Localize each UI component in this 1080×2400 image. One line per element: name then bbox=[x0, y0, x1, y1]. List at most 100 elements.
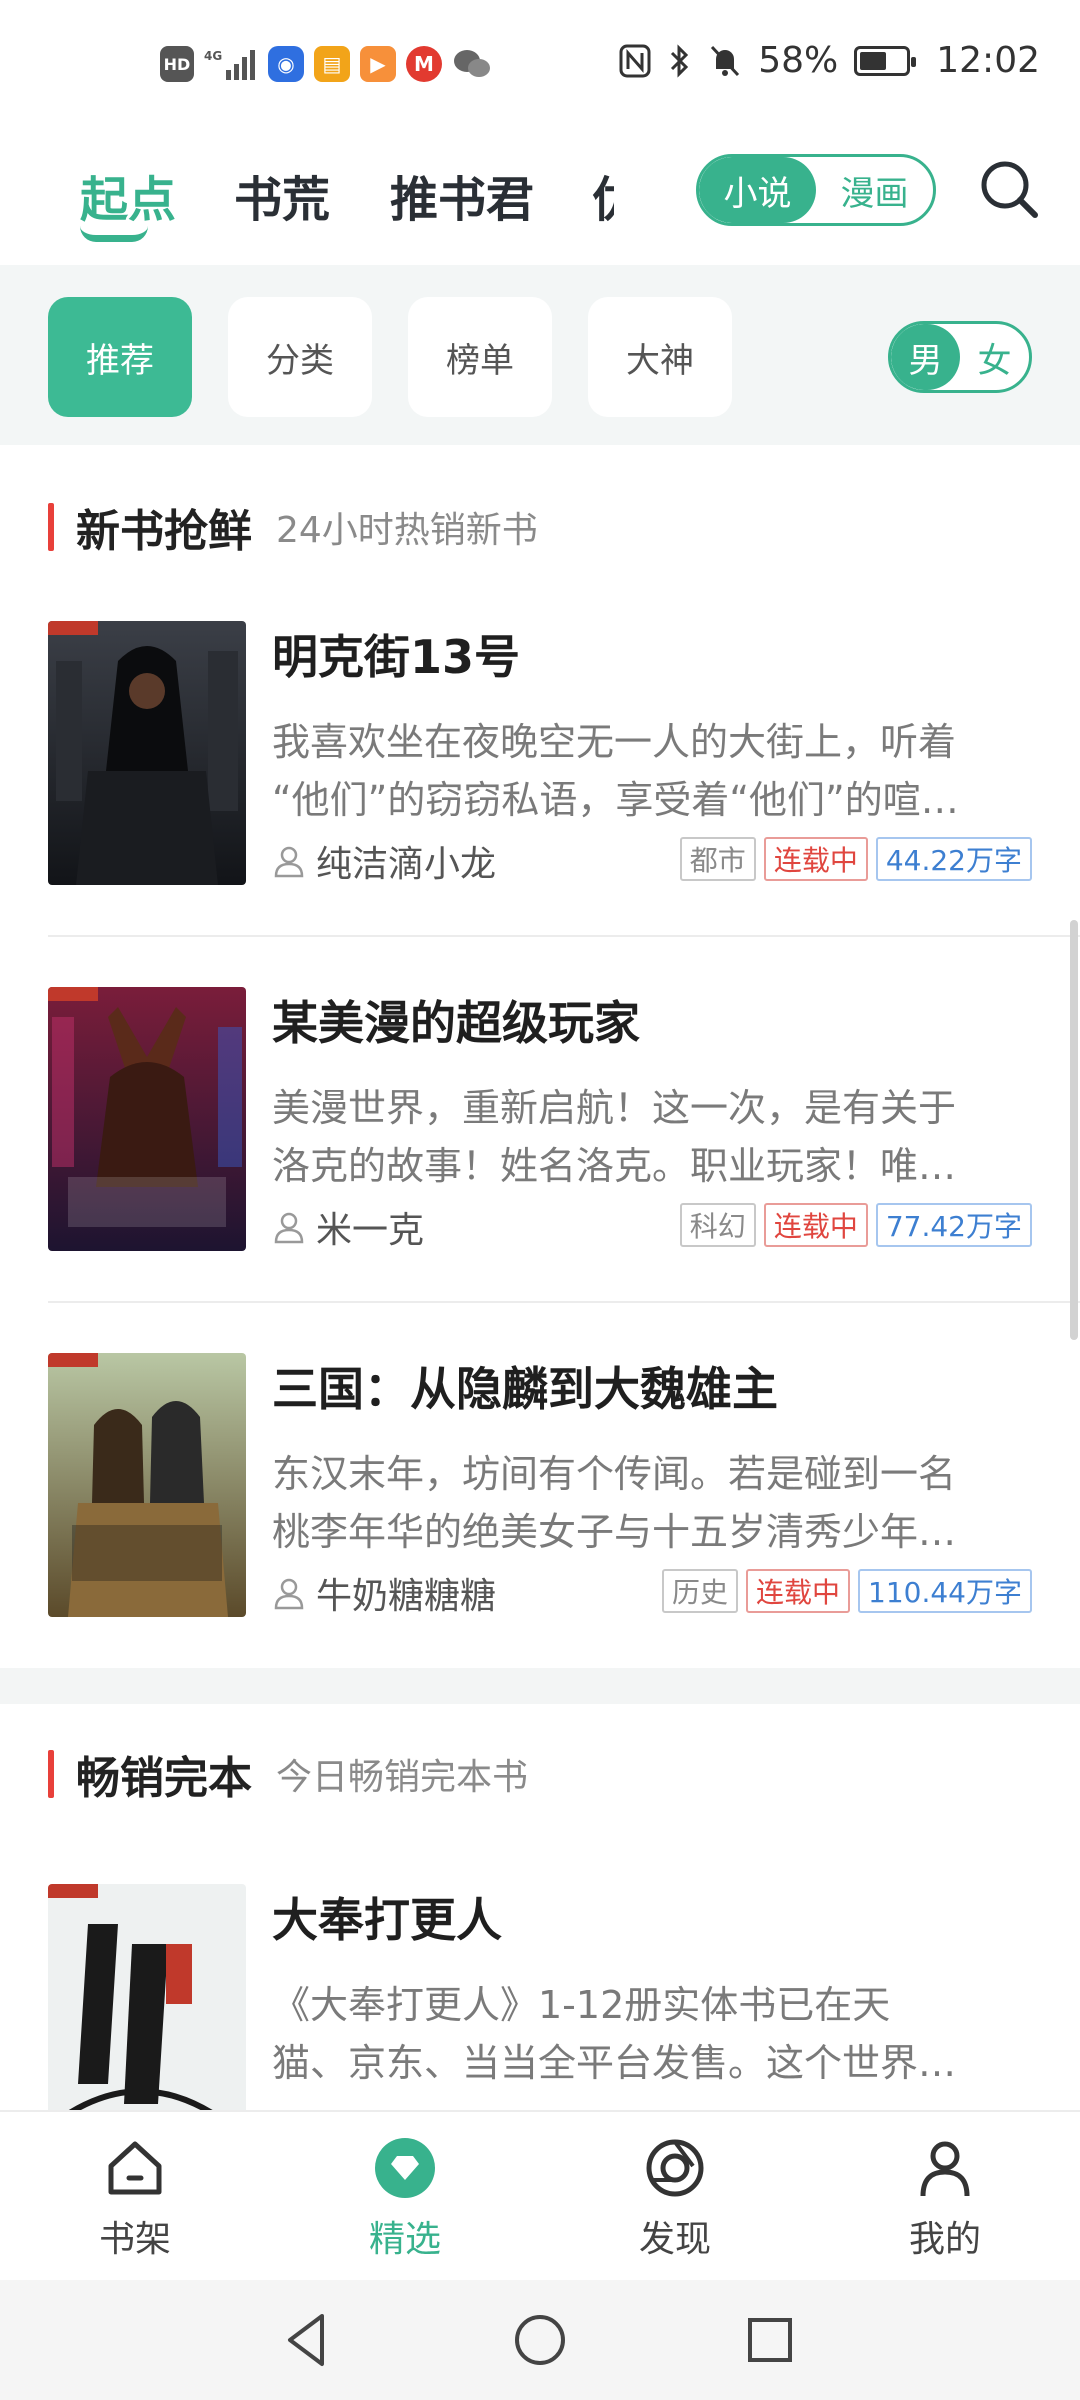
metro-icon: M bbox=[406, 46, 442, 82]
featured-icon bbox=[375, 2138, 435, 2198]
battery-icon bbox=[854, 45, 917, 76]
gender-toggle[interactable]: 男 女 bbox=[888, 321, 1032, 393]
gender-male-option[interactable]: 男 bbox=[891, 324, 960, 390]
nav-bookshelf[interactable]: 书架 bbox=[55, 2136, 215, 2262]
divider bbox=[48, 1301, 1080, 1303]
active-tab-indicator bbox=[80, 226, 148, 242]
section-new-books: 新书抢鲜 24小时热销新书 明克街13号 我喜欢坐在夜晚空无一人的大街上，听着 … bbox=[0, 445, 1080, 1665]
book-item[interactable]: 大奉打更人 《大奉打更人》1-12册实体书已在天 猫、京东、当当全平台发售。这个… bbox=[48, 1884, 1080, 2110]
section-separator bbox=[0, 1668, 1080, 1704]
section-subtitle: 24小时热销新书 bbox=[276, 510, 538, 551]
book-tags: 历史 连载中 110.44万字 bbox=[661, 1569, 1032, 1613]
nav-featured[interactable]: 精选 bbox=[325, 2136, 485, 2262]
gender-female-option[interactable]: 女 bbox=[960, 324, 1029, 390]
section-bestselling-finished: 畅销完本 今日畅销完本书 大奉打更人 《大奉打更人》1-12册实体书已在天 猫、… bbox=[0, 1704, 1080, 2110]
person-icon bbox=[274, 1212, 304, 1244]
top-nav: 起点 书荒 推书君 优 小说 漫画 bbox=[0, 130, 1080, 265]
status-tag: 连载中 bbox=[746, 1569, 851, 1613]
category-tag: 科幻 bbox=[679, 1203, 756, 1247]
bottom-nav: 书架 精选 发现 我的 bbox=[0, 2110, 1080, 2280]
desc-line: 《大奉打更人》1-12册实体书已在天 bbox=[272, 1983, 891, 2027]
filter-row: 推荐 分类 榜单 大神 男 女 bbox=[0, 265, 1080, 445]
scrollbar[interactable] bbox=[1070, 920, 1078, 1340]
tab-qidian[interactable]: 起点 bbox=[80, 160, 176, 230]
nfc-icon bbox=[619, 44, 651, 77]
chip-ranking[interactable]: 榜单 bbox=[408, 297, 552, 417]
book-description: 《大奉打更人》1-12册实体书已在天 猫、京东、当当全平台发售。这个世界… bbox=[272, 1976, 1080, 2092]
book-title[interactable]: 三国：从隐麟到大魏雄主 bbox=[272, 1353, 778, 1419]
section-title: 畅销完本 bbox=[76, 1753, 252, 1804]
book-item[interactable]: 三国：从隐麟到大魏雄主 东汉末年，坊间有个传闻。若是碰到一名 桃李年华的绝美女子… bbox=[48, 1353, 1080, 1623]
status-tag: 连载中 bbox=[763, 837, 868, 881]
status-left-icons: HD 4G ◉ ▤ ▶ M bbox=[160, 46, 492, 82]
author-name: 纯洁滴小龙 bbox=[316, 844, 497, 885]
battery-percent: 58% bbox=[758, 40, 839, 81]
nav-label: 书架 bbox=[98, 2219, 171, 2260]
word-count-tag: 110.44万字 bbox=[858, 1569, 1032, 1613]
chip-recommend[interactable]: 推荐 bbox=[48, 297, 192, 417]
desc-line: 美漫世界，重新启航！这一次，是有关于 bbox=[272, 1086, 957, 1130]
person-icon bbox=[274, 846, 304, 878]
book-tags: 都市 连载中 44.22万字 bbox=[679, 837, 1032, 881]
desc-line: 东汉末年，坊间有个传闻。若是碰到一名 bbox=[272, 1452, 957, 1496]
divider bbox=[48, 935, 1080, 937]
discover-icon bbox=[646, 2139, 704, 2197]
author-row: 纯洁滴小龙 bbox=[272, 835, 496, 887]
search-icon[interactable] bbox=[978, 158, 1040, 220]
book-description: 我喜欢坐在夜晚空无一人的大街上，听着 “他们”的窃窃私语，享受着“他们”的喧… bbox=[272, 713, 1080, 829]
novel-comic-toggle[interactable]: 小说 漫画 bbox=[696, 154, 936, 226]
person-icon bbox=[274, 1578, 304, 1610]
section-header: 新书抢鲜 24小时热销新书 bbox=[48, 497, 538, 557]
author-row: 牛奶糖糖糖 bbox=[272, 1567, 496, 1619]
nav-profile[interactable]: 我的 bbox=[865, 2136, 1025, 2262]
4g-signal-icon: 4G bbox=[204, 49, 255, 80]
word-count-tag: 77.42万字 bbox=[875, 1203, 1032, 1247]
system-nav-bar bbox=[0, 2280, 1080, 2400]
status-tag: 连载中 bbox=[763, 1203, 868, 1247]
app-icon-blue: ◉ bbox=[268, 46, 304, 82]
profile-icon bbox=[920, 2141, 970, 2197]
app-icon-orange: ▤ bbox=[314, 46, 350, 82]
desc-line: 猫、京东、当当全平台发售。这个世界… bbox=[272, 2041, 957, 2085]
book-title[interactable]: 大奉打更人 bbox=[272, 1884, 502, 1950]
svg-text:4G: 4G bbox=[204, 49, 222, 63]
mute-bell-icon bbox=[711, 45, 740, 76]
back-triangle-icon[interactable] bbox=[276, 2308, 340, 2372]
status-bar: HD 4G ◉ ▤ ▶ M 58% 12:02 bbox=[0, 0, 1080, 130]
toggle-novel-option[interactable]: 小说 bbox=[699, 157, 816, 223]
book-title[interactable]: 明克街13号 bbox=[272, 621, 520, 687]
book-cover[interactable] bbox=[48, 1353, 246, 1617]
nav-discover[interactable]: 发现 bbox=[595, 2136, 755, 2262]
book-title[interactable]: 某美漫的超级玩家 bbox=[272, 987, 640, 1053]
category-tag: 历史 bbox=[661, 1569, 738, 1613]
book-description: 美漫世界，重新启航！这一次，是有关于 洛克的故事！姓名洛克。职业玩家！唯… bbox=[272, 1079, 1080, 1195]
book-description: 东汉末年，坊间有个传闻。若是碰到一名 桃李年华的绝美女子与十五岁清秀少年… bbox=[272, 1445, 1080, 1561]
hd-icon: HD bbox=[160, 46, 194, 82]
section-accent-bar bbox=[48, 1750, 54, 1798]
book-cover[interactable] bbox=[48, 987, 246, 1251]
status-right: 58% 12:02 bbox=[618, 40, 1040, 81]
section-title: 新书抢鲜 bbox=[76, 506, 252, 557]
toggle-comic-option[interactable]: 漫画 bbox=[816, 157, 933, 223]
book-cover[interactable] bbox=[48, 621, 246, 885]
desc-line: 我喜欢坐在夜晚空无一人的大街上，听着 bbox=[272, 720, 957, 764]
chip-category[interactable]: 分类 bbox=[228, 297, 372, 417]
desc-line: 桃李年华的绝美女子与十五岁清秀少年… bbox=[272, 1510, 957, 1554]
book-cover[interactable] bbox=[48, 1884, 246, 2110]
section-header: 畅销完本 今日畅销完本书 bbox=[48, 1744, 528, 1804]
app-icon-play: ▶ bbox=[360, 46, 396, 82]
book-tags: 科幻 连载中 77.42万字 bbox=[679, 1203, 1032, 1247]
tab-more[interactable]: 优 bbox=[592, 160, 614, 230]
section-subtitle: 今日畅销完本书 bbox=[276, 1757, 529, 1798]
recents-square-icon[interactable] bbox=[738, 2308, 802, 2372]
chip-master[interactable]: 大神 bbox=[588, 297, 732, 417]
home-circle-icon[interactable] bbox=[508, 2308, 572, 2372]
author-name: 米一克 bbox=[316, 1210, 425, 1251]
tab-shuhuang[interactable]: 书荒 bbox=[234, 160, 330, 230]
nav-label: 精选 bbox=[368, 2219, 441, 2260]
author-row: 米一克 bbox=[272, 1201, 424, 1253]
tab-tuishujun[interactable]: 推书君 bbox=[390, 160, 534, 230]
book-item[interactable]: 某美漫的超级玩家 美漫世界，重新启航！这一次，是有关于 洛克的故事！姓名洛克。职… bbox=[48, 987, 1080, 1257]
book-item[interactable]: 明克街13号 我喜欢坐在夜晚空无一人的大街上，听着 “他们”的窃窃私语，享受着“… bbox=[48, 621, 1080, 891]
clock: 12:02 bbox=[936, 40, 1040, 81]
